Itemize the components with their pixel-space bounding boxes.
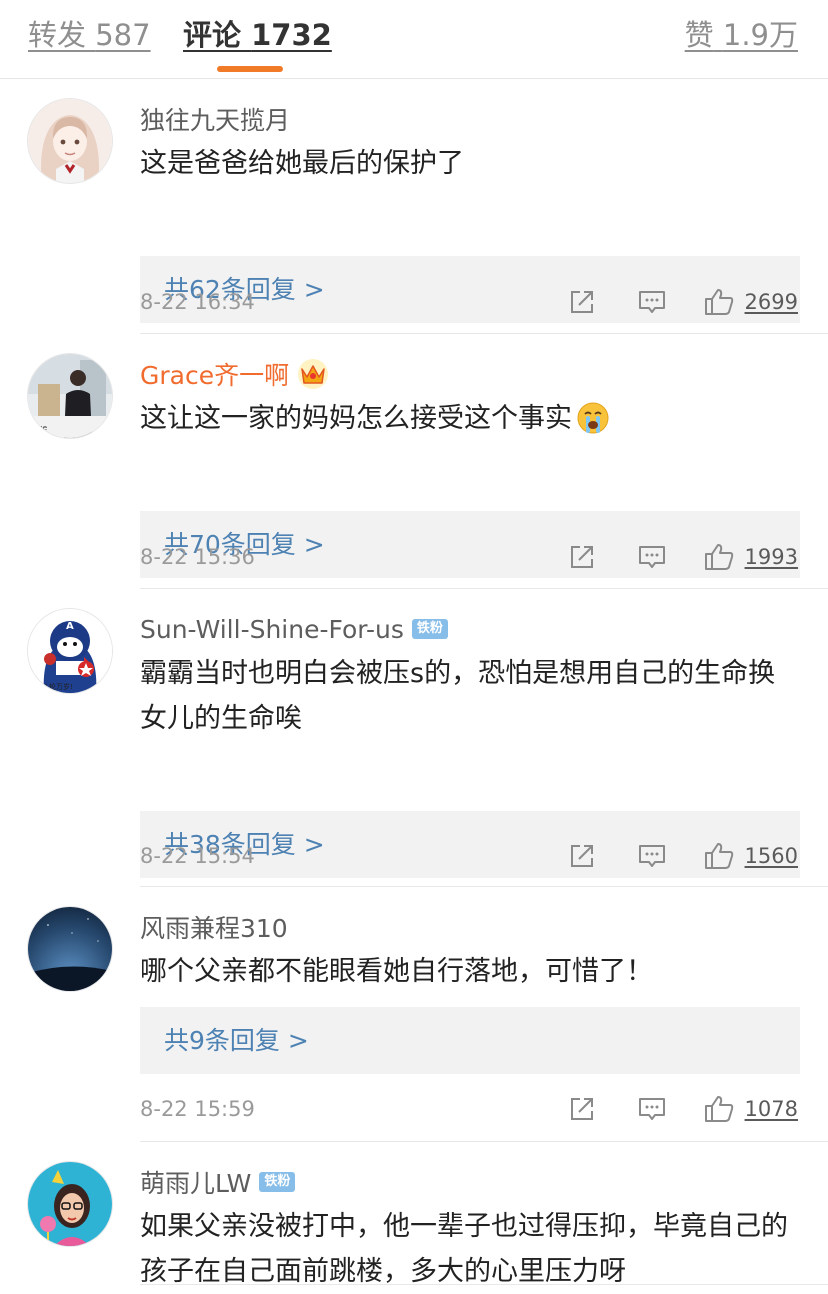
comment-item: 独往九天揽月 这是爸爸给她最后的保护了 共62条回复 > 8-22 16:34 … <box>0 79 828 334</box>
thumbs-up-icon[interactable] <box>703 1093 735 1125</box>
comment-user-row: Grace齐一啊 <box>140 354 329 394</box>
comment-text: 哪个父亲都不能眼看她自行落地，可惜了！ <box>140 956 653 987</box>
comment-meta: 8-22 15:59 1078 <box>140 1089 798 1129</box>
tab-comments-count: 1732 <box>251 18 332 52</box>
share-icon[interactable] <box>567 841 597 871</box>
comment-text: 如果父亲没被打中，他一辈子也过得压抑，毕竟自己的孩子在自己面前跳楼，多大的心里压… <box>140 1211 788 1287</box>
comment-meta: 8-22 15:36 1993 <box>140 537 798 577</box>
tab-repost-label: 转发 <box>28 18 87 52</box>
like-count[interactable]: 1560 <box>745 844 798 868</box>
svg-text:A: A <box>66 621 74 632</box>
like-count[interactable]: 1078 <box>745 1097 798 1121</box>
tab-likes-label: 赞 <box>684 18 714 52</box>
comment-user-row: 萌雨儿LW 铁粉 <box>140 1162 296 1202</box>
comment-username[interactable]: 萌雨儿LW <box>140 1164 251 1200</box>
comment-username[interactable]: Sun-Will-Shine-For-us <box>140 615 404 644</box>
comment-tabs-bar: 转发 587 评论 1732 赞 1.9万 <box>0 0 828 79</box>
share-icon[interactable] <box>567 287 597 317</box>
comment-actions: 1560 <box>567 840 798 872</box>
comment-text-content: 这让这一家的妈妈怎么接受这个事实 <box>140 403 572 434</box>
comment-item: A 斗轮万岁! Sun-Will-Shine-For-us 铁粉 霸霸当时也明白会… <box>0 589 828 887</box>
comment-user-row: Sun-Will-Shine-For-us 铁粉 <box>140 609 448 649</box>
tab-likes-count: 1.9万 <box>722 18 798 52</box>
avatar[interactable] <box>28 1162 112 1246</box>
comment-text: 这是爸爸给她最后的保护了 <box>140 148 464 179</box>
share-icon[interactable] <box>567 1094 597 1124</box>
comment-icon[interactable] <box>637 287 667 317</box>
tab-repost-count: 587 <box>95 18 151 52</box>
comment-text: 这让这一家的妈妈怎么接受这个事实 <box>140 396 800 441</box>
comment-time: 8-22 16:34 <box>140 290 255 314</box>
share-icon[interactable] <box>567 542 597 572</box>
comment-user-row: 风雨兼程310 <box>140 907 288 947</box>
comment-text: 霸霸当时也明白会被压s的，恐怕是想用自己的生命换女儿的生命唉 <box>140 658 776 734</box>
avatar[interactable]: ime <box>28 354 112 438</box>
svg-text:斗轮万岁!: 斗轮万岁! <box>42 682 73 691</box>
comment-time: 8-22 15:54 <box>140 844 255 868</box>
comment-time: 8-22 15:36 <box>140 545 255 569</box>
fan-badge: 铁粉 <box>259 1172 296 1192</box>
fan-badge: 铁粉 <box>411 619 448 639</box>
comment-icon[interactable] <box>637 841 667 871</box>
tab-likes[interactable]: 赞 1.9万 <box>685 16 798 54</box>
comment-time: 8-22 15:59 <box>140 1097 255 1121</box>
comment-actions: 1078 <box>567 1093 798 1125</box>
avatar[interactable] <box>28 99 112 183</box>
comment-item: ime Grace齐一啊 这让这一家的妈妈怎么接受这个事实 共70条回复 > 8… <box>0 334 828 589</box>
tab-repost[interactable]: 转发 587 <box>28 16 151 54</box>
vip-crown-icon <box>298 359 329 389</box>
tab-comments-label: 评论 <box>183 18 242 52</box>
comment-meta: 8-22 16:34 2699 <box>140 282 798 322</box>
comment-icon[interactable] <box>637 542 667 572</box>
crying-emoji-icon <box>577 402 609 434</box>
comment-username[interactable]: 风雨兼程310 <box>140 909 288 945</box>
comment-meta: 8-22 15:54 1560 <box>140 836 798 876</box>
avatar[interactable]: A 斗轮万岁! <box>28 609 112 693</box>
tab-comments[interactable]: 评论 1732 <box>183 16 332 54</box>
comment-item: 风雨兼程310 哪个父亲都不能眼看她自行落地，可惜了！ 共9条回复 > 8-22… <box>0 887 828 1142</box>
comment-item: 萌雨儿LW 铁粉 如果父亲没被打中，他一辈子也过得压抑，毕竟自己的孩子在自己面前… <box>0 1142 828 1287</box>
comment-icon[interactable] <box>637 1094 667 1124</box>
thumbs-up-icon[interactable] <box>703 840 735 872</box>
comment-username[interactable]: 独往九天揽月 <box>140 101 290 137</box>
thumbs-up-icon[interactable] <box>703 541 735 573</box>
svg-text:ime: ime <box>34 424 47 432</box>
comment-username[interactable]: Grace齐一啊 <box>140 356 289 392</box>
comment-user-row: 独往九天揽月 <box>140 99 290 139</box>
view-replies-button[interactable]: 共9条回复 > <box>140 1007 800 1074</box>
like-count[interactable]: 1993 <box>745 545 798 569</box>
comment-actions: 1993 <box>567 541 798 573</box>
avatar[interactable] <box>28 907 112 991</box>
comment-actions: 2699 <box>567 286 798 318</box>
active-tab-indicator <box>217 66 283 72</box>
thumbs-up-icon[interactable] <box>703 286 735 318</box>
like-count[interactable]: 2699 <box>745 290 798 314</box>
